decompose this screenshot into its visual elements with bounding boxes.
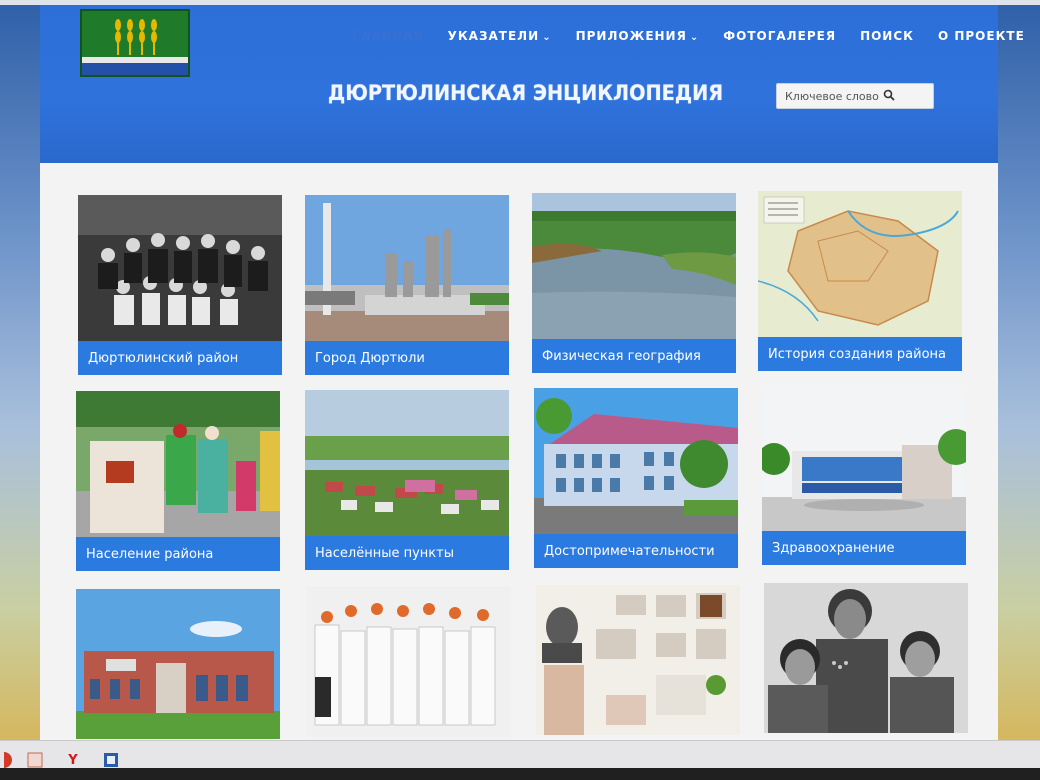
historic-building-image [534,388,738,534]
card-caption: Достопримечательности [534,534,738,568]
card-sights[interactable]: Достопримечательности [534,388,738,568]
card-caption: Население района [76,537,280,571]
site-header: ГЛАВНАЯ УКАЗАТЕЛИ ⌄ ПРИЛОЖЕНИЯ ⌄ ФОТОГАЛЕР… [40,5,1024,163]
card-history[interactable]: История создания района [758,191,962,371]
card-settlements[interactable]: Населённые пункты [305,390,509,570]
site-title: ДЮРТЮЛИНСКАЯ ЭНЦИКЛОПЕДИЯ [328,81,724,105]
card-caption: Населённые пункты [305,536,509,570]
district-map-image [758,191,962,337]
word-icon[interactable] [102,751,120,769]
card-caption: Физическая география [532,339,736,373]
app-box-icon[interactable] [26,751,44,769]
wheat-emblem-icon [115,19,157,55]
hospital-building-image [762,385,966,531]
river-landscape-image [532,193,736,339]
nav-item-gallery[interactable]: ФОТОГАЛЕРЕЯ [711,29,848,43]
card-city[interactable]: Город Дюртюли [305,195,509,375]
search-input[interactable]: Ключевое слово [776,83,934,109]
museum-bust-image [536,585,740,735]
card-caption: История создания района [758,337,962,371]
war-veterans-photo-image [764,583,968,733]
old-family-photo-image [78,195,282,341]
card-row3-col1[interactable] [76,589,280,739]
card-district[interactable]: Дюртюлинский район [78,195,282,375]
card-row3-col2[interactable] [307,587,511,737]
nav-item-search[interactable]: ПОИСК [848,29,926,43]
card-grid: Дюртюлинский район Город Дюртюли Физичес… [40,163,998,740]
site-logo[interactable] [80,9,190,77]
chevron-down-icon: ⌄ [542,32,552,43]
card-healthcare[interactable]: Здравоохранение [762,385,966,565]
monitor-bezel [0,768,1040,780]
search-icon[interactable] [883,89,895,104]
card-row3-col4[interactable] [764,583,968,733]
search-placeholder: Ключевое слово [785,89,879,103]
card-population[interactable]: Население района [76,391,280,571]
folk-festival-image [76,391,280,537]
chevron-down-icon: ⌄ [689,32,700,43]
card-geography[interactable]: Физическая география [532,193,736,373]
monument-square-image [305,195,509,341]
nav-item-indexes[interactable]: УКАЗАТЕЛИ ⌄ [436,29,564,43]
yandex-browser-icon[interactable]: Y [64,751,82,769]
dance-ensemble-image [307,587,511,737]
village-panorama-image [305,390,509,536]
card-caption: Город Дюртюли [305,341,509,375]
main-nav: ГЛАВНАЯ УКАЗАТЕЛИ ⌄ ПРИЛОЖЕНИЯ ⌄ ФОТОГАЛЕР… [340,29,1037,43]
app-red-icon[interactable] [0,751,18,769]
modern-building-image [76,589,280,739]
nav-item-about[interactable]: О ПРОЕКТЕ [926,29,1037,43]
nav-item-appendices[interactable]: ПРИЛОЖЕНИЯ ⌄ [564,29,712,43]
card-caption: Здравоохранение [762,531,966,565]
card-row3-col3[interactable] [536,585,740,735]
logo-blue-stripe [82,63,188,75]
card-caption: Дюртюлинский район [78,341,282,375]
nav-item-home[interactable]: ГЛАВНАЯ [340,29,436,43]
